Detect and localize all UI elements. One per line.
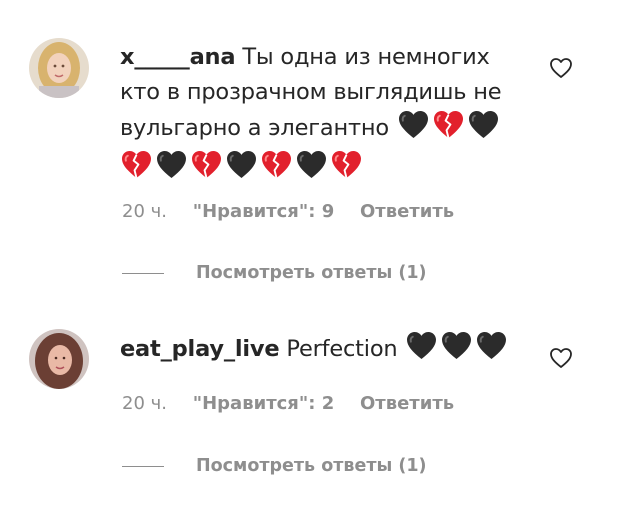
broken-heart-icon bbox=[331, 150, 362, 190]
username[interactable]: x_____ana bbox=[120, 44, 236, 70]
broken-heart-icon bbox=[261, 150, 292, 190]
view-replies-label: Посмотреть ответы (1) bbox=[196, 263, 427, 283]
black-heart-icon bbox=[468, 110, 499, 150]
like-comment-heart-icon[interactable] bbox=[549, 56, 573, 80]
comment-meta: 20 ч. "Нравится": 2 Ответить bbox=[122, 393, 474, 414]
comment-body-line: вульгарно а элегантно bbox=[120, 115, 389, 141]
like-comment-heart-icon[interactable] bbox=[549, 346, 573, 370]
likes-count[interactable]: "Нравится": 9 bbox=[193, 201, 335, 222]
comment-body-line: кто в прозрачном выглядишь не bbox=[120, 79, 502, 105]
divider bbox=[122, 465, 164, 467]
broken-heart-icon bbox=[121, 150, 152, 190]
black-heart-icon bbox=[406, 331, 437, 371]
reply-button[interactable]: Ответить bbox=[360, 201, 454, 222]
username[interactable]: eat_play_live bbox=[120, 336, 280, 362]
black-heart-icon bbox=[296, 150, 327, 190]
divider bbox=[122, 272, 164, 274]
comment-text: eat_play_live Perfection bbox=[120, 331, 509, 371]
comment-meta: 20 ч. "Нравится": 9 Ответить bbox=[122, 201, 474, 222]
reply-button[interactable]: Ответить bbox=[360, 393, 454, 414]
view-replies-button[interactable]: Посмотреть ответы (1) bbox=[122, 456, 427, 476]
timestamp[interactable]: 20 ч. bbox=[122, 201, 167, 222]
comment-body-line: Perfection bbox=[286, 336, 398, 362]
black-heart-icon bbox=[226, 150, 257, 190]
avatar[interactable] bbox=[29, 329, 89, 389]
black-heart-icon bbox=[476, 331, 507, 371]
timestamp[interactable]: 20 ч. bbox=[122, 393, 167, 414]
black-heart-icon bbox=[398, 110, 429, 150]
broken-heart-icon bbox=[191, 150, 222, 190]
black-heart-icon bbox=[441, 331, 472, 371]
likes-count[interactable]: "Нравится": 2 bbox=[193, 393, 335, 414]
view-replies-button[interactable]: Посмотреть ответы (1) bbox=[122, 263, 427, 283]
black-heart-icon bbox=[156, 150, 187, 190]
view-replies-label: Посмотреть ответы (1) bbox=[196, 456, 427, 476]
comment-body-line: Ты одна из немногих bbox=[242, 44, 490, 70]
avatar[interactable] bbox=[29, 38, 89, 98]
broken-heart-icon bbox=[433, 110, 464, 150]
comment-text: x_____ana Ты одна из немногих кто в проз… bbox=[120, 40, 502, 190]
